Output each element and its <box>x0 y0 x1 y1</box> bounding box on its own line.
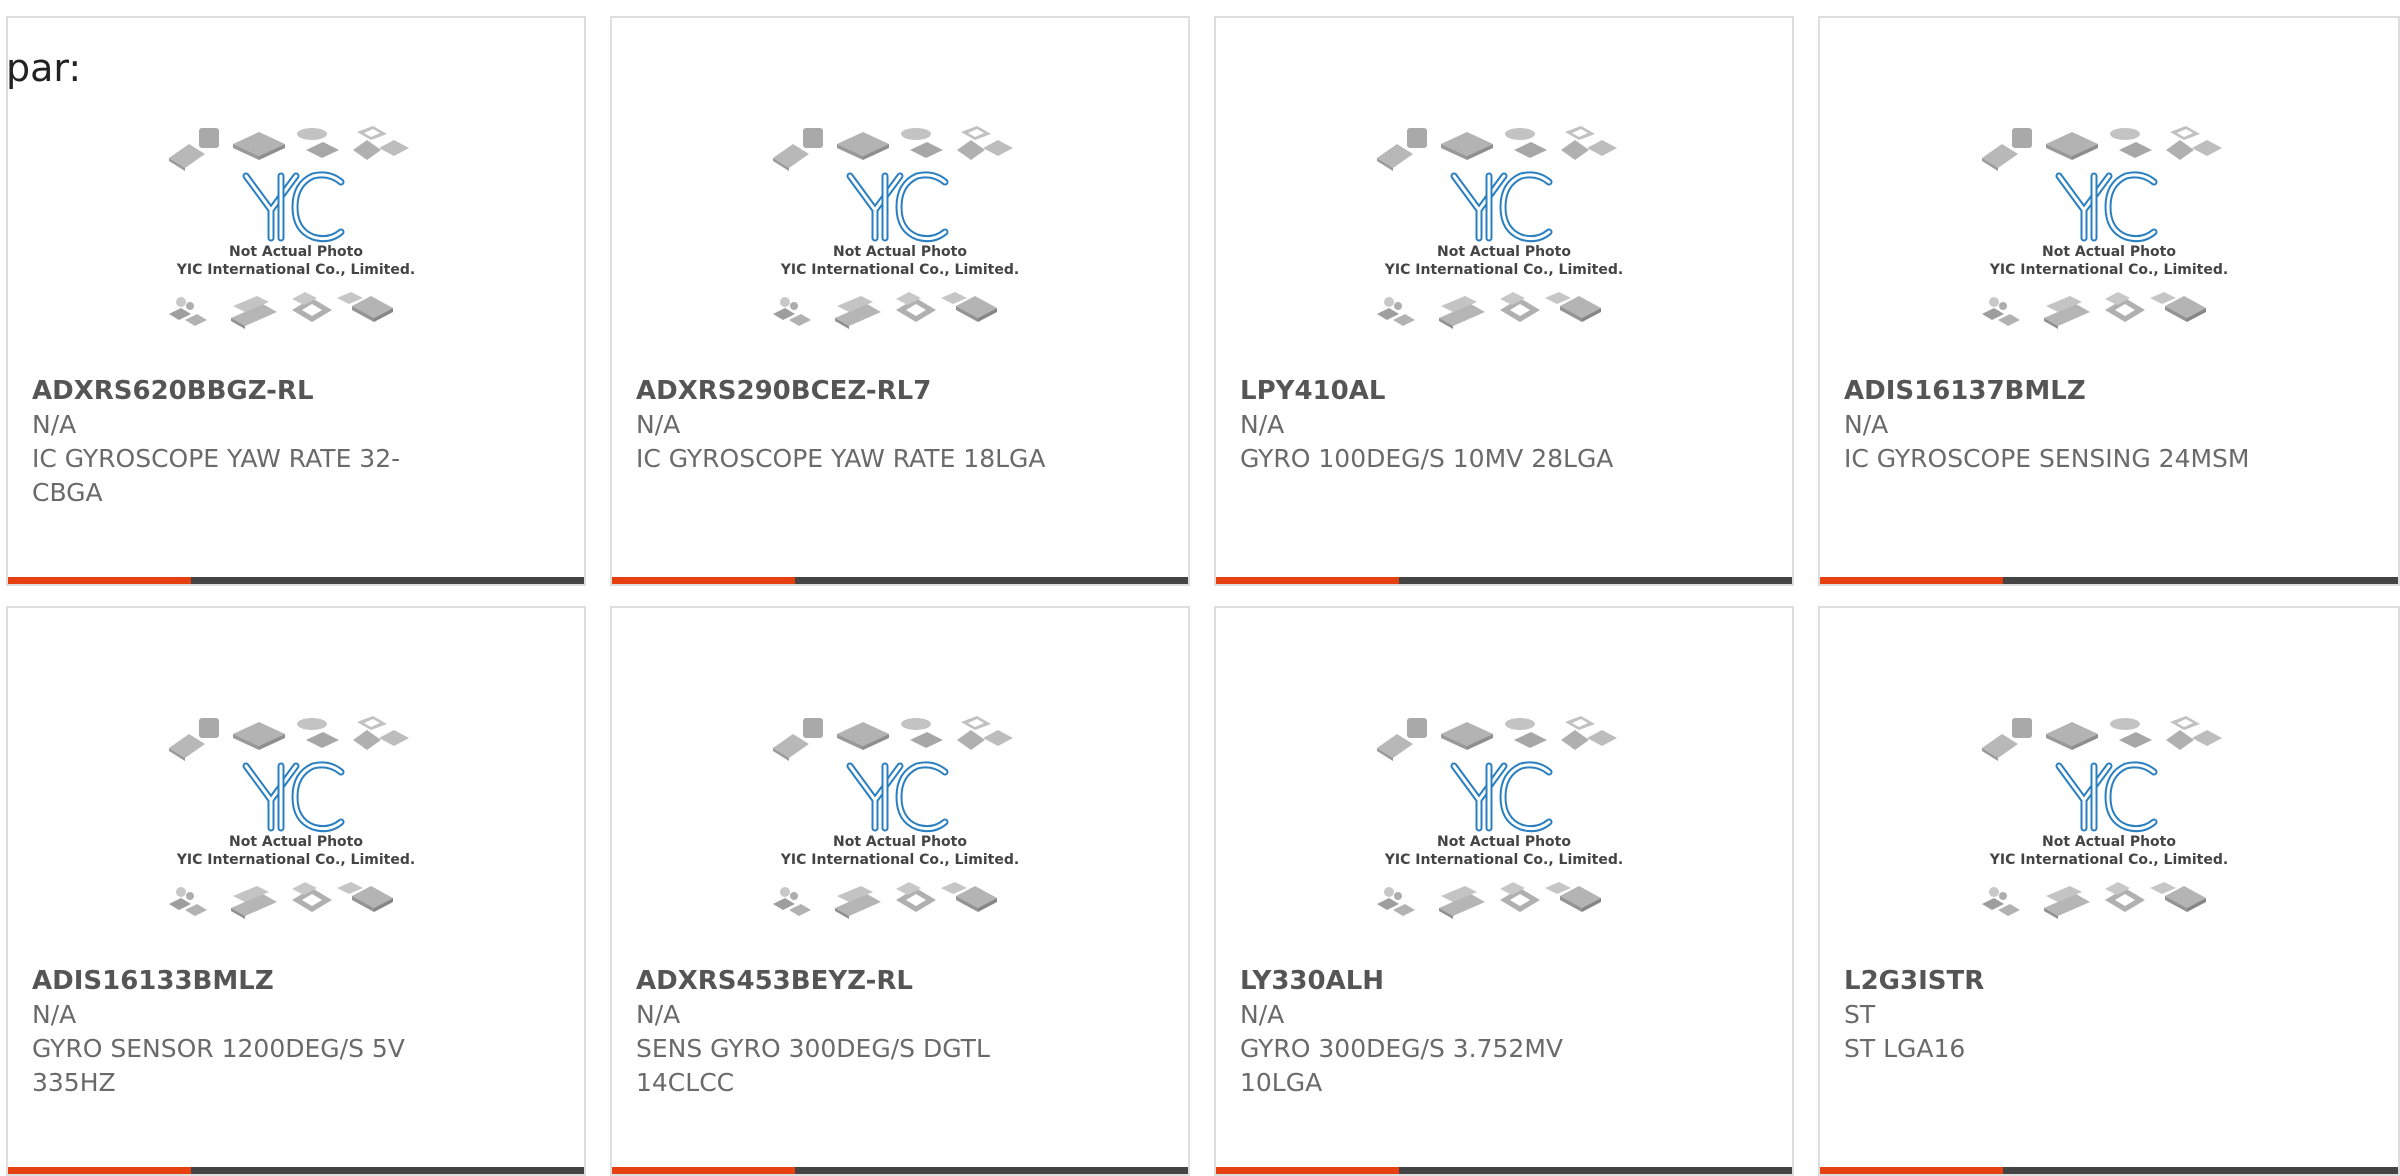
card-bottom-bar <box>8 577 584 584</box>
product-grid: ADXRS620BBGZ-RL N/A IC GYROSCOPE YAW RAT… <box>0 0 2400 1176</box>
product-card[interactable]: ADXRS290BCEZ-RL7 N/A IC GYROSCOPE YAW RA… <box>610 16 1190 586</box>
product-image <box>612 696 1188 956</box>
description: IC GYROSCOPE YAW RATE 32-CBGA <box>32 444 401 507</box>
manufacturer: N/A <box>636 410 681 439</box>
manufacturer: N/A <box>32 410 77 439</box>
product-image <box>612 106 1188 366</box>
product-image <box>1216 106 1792 366</box>
part-number[interactable]: L2G3ISTR <box>1844 964 2254 998</box>
product-image <box>1820 106 2398 366</box>
manufacturer: N/A <box>1844 410 1889 439</box>
part-number[interactable]: ADXRS453BEYZ-RL <box>636 964 1046 998</box>
card-bottom-bar <box>612 577 1188 584</box>
page-prefix-text: par: <box>6 46 82 90</box>
part-number[interactable]: ADIS16133BMLZ <box>32 964 442 998</box>
manufacturer: ST <box>1844 1000 1876 1029</box>
manufacturer: N/A <box>32 1000 77 1029</box>
description: SENS GYRO 300DEG/S DGTL 14CLCC <box>636 1034 990 1097</box>
product-card[interactable]: LPY410AL N/A GYRO 100DEG/S 10MV 28LGA <box>1214 16 1794 586</box>
manufacturer: N/A <box>1240 1000 1285 1029</box>
placeholder-chip-image <box>161 696 431 956</box>
description: GYRO 100DEG/S 10MV 28LGA <box>1240 444 1614 473</box>
product-card[interactable]: LY330ALH N/A GYRO 300DEG/S 3.752MV 10LGA <box>1214 606 1794 1176</box>
description: GYRO SENSOR 1200DEG/S 5V 335HZ <box>32 1034 405 1097</box>
product-card[interactable]: ADIS16133BMLZ N/A GYRO SENSOR 1200DEG/S … <box>6 606 586 1176</box>
product-image <box>1820 696 2398 956</box>
description: IC GYROSCOPE YAW RATE 18LGA <box>636 444 1046 473</box>
product-card[interactable]: ADIS16137BMLZ N/A IC GYROSCOPE SENSING 2… <box>1818 16 2400 586</box>
product-card[interactable]: L2G3ISTR ST ST LGA16 <box>1818 606 2400 1176</box>
description: IC GYROSCOPE SENSING 24MSM <box>1844 444 2250 473</box>
part-number[interactable]: ADXRS290BCEZ-RL7 <box>636 374 1046 408</box>
description: ST LGA16 <box>1844 1034 1966 1063</box>
placeholder-chip-image <box>1974 696 2244 956</box>
part-number[interactable]: LY330ALH <box>1240 964 1650 998</box>
part-number[interactable]: LPY410AL <box>1240 374 1650 408</box>
card-accent-bar <box>612 577 795 584</box>
description: GYRO 300DEG/S 3.752MV 10LGA <box>1240 1034 1564 1097</box>
part-number[interactable]: ADXRS620BBGZ-RL <box>32 374 442 408</box>
product-card[interactable]: ADXRS453BEYZ-RL N/A SENS GYRO 300DEG/S D… <box>610 606 1190 1176</box>
card-bottom-bar <box>1216 577 1792 584</box>
placeholder-chip-image <box>161 106 431 366</box>
placeholder-chip-image <box>1369 696 1639 956</box>
manufacturer: N/A <box>636 1000 681 1029</box>
product-image <box>8 106 584 366</box>
placeholder-chip-image <box>765 106 1035 366</box>
card-accent-bar <box>1216 577 1399 584</box>
card-bottom-bar <box>1820 577 2398 584</box>
placeholder-chip-image <box>765 696 1035 956</box>
manufacturer: N/A <box>1240 410 1285 439</box>
card-accent-bar <box>1820 577 2003 584</box>
product-card[interactable]: ADXRS620BBGZ-RL N/A IC GYROSCOPE YAW RAT… <box>6 16 586 586</box>
product-image <box>8 696 584 956</box>
card-accent-bar <box>8 577 191 584</box>
part-number[interactable]: ADIS16137BMLZ <box>1844 374 2254 408</box>
placeholder-chip-image <box>1974 106 2244 366</box>
placeholder-chip-image <box>1369 106 1639 366</box>
product-image <box>1216 696 1792 956</box>
